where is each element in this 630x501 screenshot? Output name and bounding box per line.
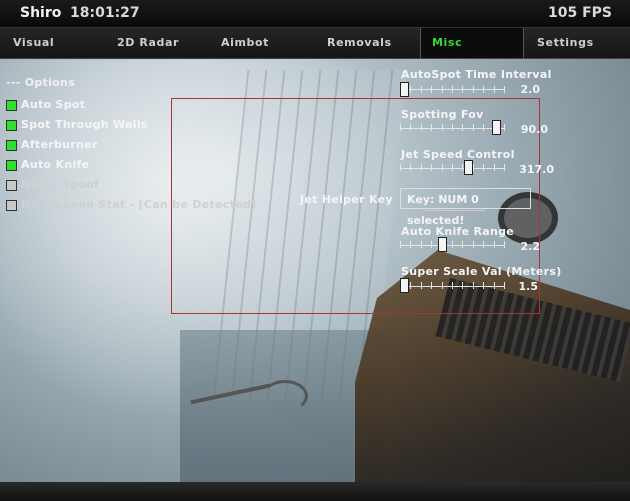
- option-no-weapon-stat[interactable]: No Weapon Stat - [Can be Detected]: [6, 195, 256, 215]
- slider-tick: [441, 124, 443, 131]
- slider-tick: [472, 164, 474, 171]
- slider-tick: [504, 164, 505, 171]
- slider-tick: [400, 241, 401, 248]
- option-auto-knife[interactable]: Auto Knife: [6, 155, 89, 175]
- slider-tick: [452, 164, 453, 171]
- bottom-hud-bar: [0, 482, 630, 501]
- slider-label: AutoSpot Time Interval: [401, 68, 552, 81]
- slider-tick: [462, 241, 464, 248]
- slider-tick: [483, 124, 485, 131]
- option-label: Auto Knife: [21, 158, 90, 171]
- option-afterburner[interactable]: Afterburner: [6, 135, 97, 155]
- checkbox[interactable]: [6, 160, 17, 171]
- slider-tick: [410, 282, 412, 289]
- option-label: Auto Spot: [21, 98, 86, 111]
- slider-tick: [452, 241, 453, 248]
- slider-tick: [452, 86, 453, 93]
- slider-tick: [400, 124, 401, 131]
- slider-value: 2.2: [520, 240, 541, 253]
- slider-tick: [472, 124, 474, 131]
- slider-tick: [420, 86, 422, 93]
- slider-tick: [410, 124, 412, 131]
- slider-tick: [410, 164, 412, 171]
- slider-tick: [400, 164, 401, 171]
- checkbox[interactable]: [6, 120, 17, 131]
- slider-tick: [472, 282, 474, 289]
- slider-tick: [493, 282, 495, 289]
- key-underline: [425, 210, 485, 211]
- slider-tick: [493, 241, 495, 248]
- option-label: Afterburner: [21, 138, 98, 151]
- slider-tick: [431, 86, 433, 93]
- slider-handle[interactable]: [400, 82, 409, 97]
- slider-tick: [462, 282, 464, 289]
- slider-tick: [483, 282, 485, 289]
- slider-tick: [483, 86, 485, 93]
- checkbox[interactable]: [6, 180, 17, 191]
- option-spot-through-walls[interactable]: Spot Through Walls: [6, 115, 147, 135]
- slider-tick: [472, 241, 474, 248]
- slider-tick: [452, 124, 453, 131]
- slider-tick: [441, 164, 443, 171]
- option-label: Spot Through Walls: [21, 118, 148, 131]
- street-lamp: [262, 380, 308, 412]
- slider-tick: [420, 241, 422, 248]
- checkbox[interactable]: [6, 100, 17, 111]
- slider-label: Jet Speed Control: [401, 148, 515, 161]
- slider-value: 317.0: [519, 163, 554, 176]
- slider-tick: [431, 282, 433, 289]
- tab-2d-radar[interactable]: 2D Radar: [117, 28, 179, 58]
- slider-tick: [483, 164, 485, 171]
- slider-handle[interactable]: [492, 120, 502, 135]
- slider-label: Spotting Fov: [401, 108, 484, 121]
- slider-label: Auto Knife Range: [401, 225, 515, 238]
- option-name-spoof[interactable]: Name Spoof: [6, 175, 99, 195]
- slider-tick: [420, 282, 422, 289]
- tab-aimbot[interactable]: Aimbot: [221, 28, 269, 58]
- slider-tick: [483, 241, 485, 248]
- slider-tick: [504, 124, 505, 131]
- slider-tick: [410, 86, 412, 93]
- tab-misc[interactable]: Misc: [420, 28, 524, 58]
- tab-visual[interactable]: Visual: [13, 28, 54, 58]
- slider-tick: [420, 124, 422, 131]
- tab-settings[interactable]: Settings: [537, 28, 594, 58]
- slider-tick: [441, 86, 443, 93]
- slider-handle[interactable]: [400, 278, 409, 293]
- slider-tick: [493, 86, 495, 93]
- app-title: Shiro: [20, 5, 62, 21]
- options-header: --- Options: [6, 76, 76, 89]
- tab-removals[interactable]: Removals: [327, 28, 392, 58]
- clock: 18:01:27: [70, 5, 140, 21]
- slider-tick: [410, 241, 412, 248]
- slider-tick: [431, 164, 433, 171]
- slider-value: 1.5: [518, 280, 539, 293]
- slider-tick: [472, 86, 474, 93]
- slider-handle[interactable]: [463, 160, 473, 175]
- option-auto-spot[interactable]: Auto Spot: [6, 95, 85, 115]
- slider-tick: [462, 86, 464, 93]
- slider-value: 2.0: [520, 83, 541, 96]
- fps-counter: 105 FPS: [547, 5, 612, 21]
- slider-tick: [441, 282, 443, 289]
- slider-value: 90.0: [520, 123, 548, 136]
- checkbox[interactable]: [6, 200, 17, 211]
- slider-tick: [452, 282, 453, 289]
- slider-tick: [431, 241, 433, 248]
- title-bar: Shiro 18:01:27 105 FPS: [0, 0, 630, 28]
- slider-tick: [420, 164, 422, 171]
- slider-label: Super Scale Val (Meters): [401, 265, 562, 278]
- checkbox[interactable]: [6, 140, 17, 151]
- option-label: No Weapon Stat - [Can be Detected]: [21, 198, 257, 211]
- jet-helper-key-input[interactable]: Key: NUM 0 selected!: [400, 188, 531, 227]
- tab-bar: Visual 2D Radar Aimbot Removals Misc Set…: [0, 28, 630, 59]
- slider-handle[interactable]: [438, 237, 447, 252]
- slider-tick: [462, 124, 464, 131]
- slider-tick: [431, 124, 433, 131]
- options-list: --- Options Auto Spot Spot Through Walls…: [6, 75, 256, 215]
- slider-tick: [493, 164, 495, 171]
- jet-helper-key-label: Jet Helper Key: [300, 193, 393, 206]
- option-label: Name Spoof: [21, 178, 100, 191]
